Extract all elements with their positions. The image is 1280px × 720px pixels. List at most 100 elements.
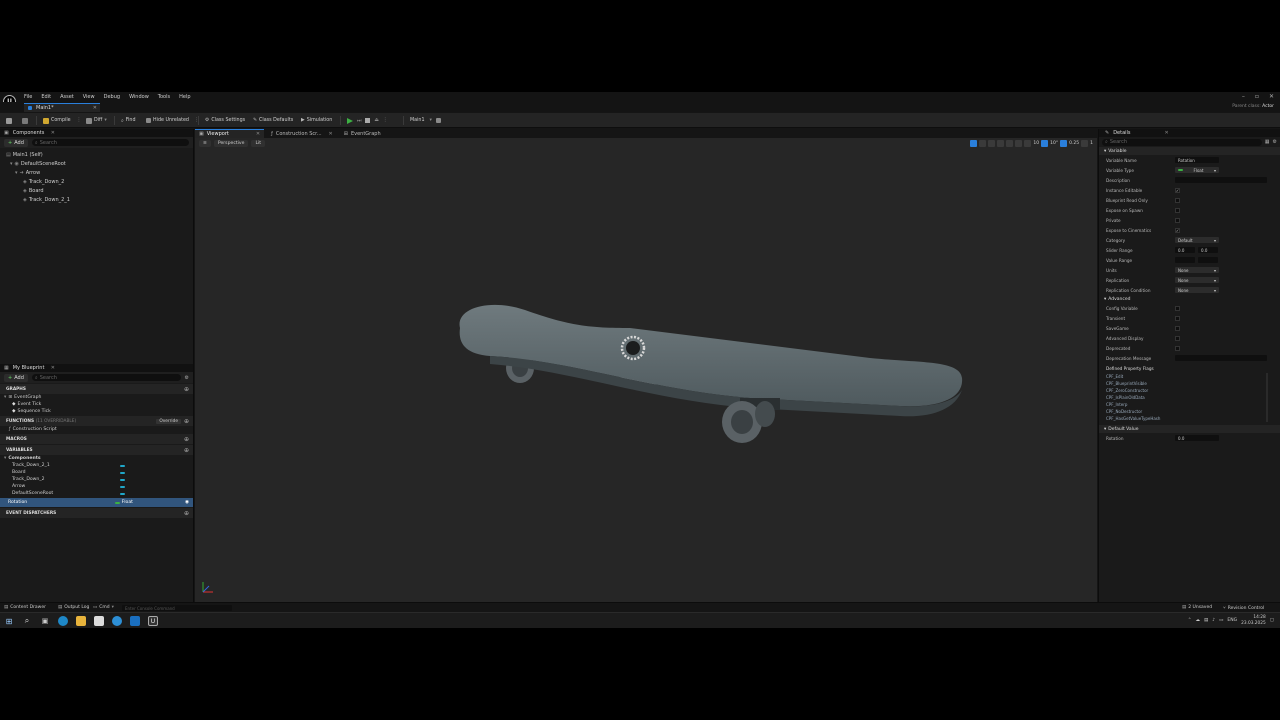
tab-viewport[interactable]: ▣ Viewport ✕ bbox=[195, 129, 265, 138]
surface-snap-icon[interactable] bbox=[1015, 140, 1023, 147]
grid-snap-icon[interactable] bbox=[1024, 140, 1032, 147]
network-icon[interactable]: ▤ bbox=[1204, 618, 1208, 623]
notifications-icon[interactable]: ▢ bbox=[1270, 618, 1274, 623]
app-icon[interactable] bbox=[112, 616, 122, 626]
checkbox[interactable] bbox=[1175, 325, 1180, 331]
menu-file[interactable]: File bbox=[24, 94, 32, 100]
override-dropdown[interactable]: Override bbox=[156, 418, 181, 424]
store-icon[interactable] bbox=[94, 616, 104, 626]
add-component-button[interactable]: + Add bbox=[4, 138, 28, 147]
checkbox[interactable] bbox=[1175, 197, 1180, 203]
grid-view-icon[interactable]: ▦ bbox=[1265, 139, 1270, 145]
checkbox[interactable]: ✓ bbox=[1175, 187, 1180, 193]
event-item-sequence[interactable]: ◆ Sequence Tick bbox=[0, 408, 193, 415]
scale-snap-value[interactable]: 0.25 bbox=[1069, 141, 1079, 146]
close-tab-icon[interactable]: ✕ bbox=[329, 131, 333, 137]
default-value-field[interactable]: 0.0 bbox=[1175, 435, 1219, 441]
variable-item-selected[interactable]: Rotation Float ◉ bbox=[0, 498, 193, 507]
clock[interactable]: 14:28 23.03.2025 bbox=[1241, 615, 1266, 626]
play-icon[interactable] bbox=[347, 117, 353, 124]
revision-control-button[interactable]: ⑂ Revision Control bbox=[1223, 605, 1264, 612]
checkbox[interactable] bbox=[1175, 335, 1180, 341]
output-log-button[interactable]: ▤ Output Log bbox=[58, 605, 89, 610]
world-local-icon[interactable] bbox=[1006, 140, 1014, 147]
checkbox[interactable] bbox=[1175, 345, 1180, 351]
variable-type-select[interactable]: Float ▾ bbox=[1175, 167, 1219, 173]
content-drawer-button[interactable]: ▤ Content Drawer bbox=[4, 605, 46, 610]
functions-category[interactable]: FUNCTIONS (11 OVERRIDABLE) Override ⊕ bbox=[0, 416, 193, 426]
windows-start-icon[interactable]: ⊞ bbox=[4, 616, 14, 626]
scale-snap-icon[interactable] bbox=[1060, 140, 1068, 147]
volume-icon[interactable]: ♪ bbox=[1212, 618, 1215, 623]
macros-category[interactable]: MACROS ⊕ bbox=[0, 434, 193, 444]
unreal-taskbar-icon[interactable]: U bbox=[148, 616, 158, 626]
event-item-tick[interactable]: ◆ Event Tick bbox=[0, 401, 193, 408]
debug-filter-icon[interactable] bbox=[436, 116, 441, 125]
select-mode-icon[interactable] bbox=[970, 140, 978, 147]
add-dispatcher-icon[interactable]: ⊕ bbox=[184, 510, 189, 517]
components-tab[interactable]: ▣ Components ✕ bbox=[0, 129, 193, 137]
settings-icon[interactable]: ⚙ bbox=[185, 375, 189, 381]
lit-button[interactable]: Lit bbox=[251, 140, 266, 147]
eye-icon[interactable]: ◉ bbox=[185, 500, 189, 505]
dropdown[interactable]: None ▾ bbox=[1175, 287, 1219, 293]
details-tab[interactable]: ✎ Details ✕ bbox=[1099, 129, 1280, 137]
advanced-section-header[interactable]: ▾ Advanced bbox=[1099, 295, 1280, 303]
text-field[interactable] bbox=[1175, 355, 1267, 361]
dropdown[interactable]: None ▾ bbox=[1175, 277, 1219, 283]
maximize-icon[interactable]: ▫ bbox=[1255, 93, 1259, 100]
checkbox[interactable] bbox=[1175, 305, 1180, 311]
checkbox[interactable] bbox=[1175, 207, 1180, 213]
close-tab-icon[interactable]: ✕ bbox=[51, 365, 55, 371]
menu-edit[interactable]: Edit bbox=[41, 94, 51, 100]
task-view-icon[interactable]: ▣ bbox=[40, 616, 50, 626]
my-blueprint-tab[interactable]: ▦ My Blueprint ✕ bbox=[0, 364, 193, 372]
find-button[interactable]: ⌕ Find bbox=[121, 116, 136, 125]
variables-category[interactable]: VARIABLES ⊕ bbox=[0, 445, 193, 455]
hamburger-icon[interactable]: ≡ bbox=[199, 140, 211, 147]
add-function-icon[interactable]: ⊕ bbox=[184, 418, 189, 425]
add-member-button[interactable]: + Add bbox=[4, 373, 28, 382]
more-options-icon[interactable]: ⋮ bbox=[383, 118, 388, 123]
rotation-snap-icon[interactable] bbox=[1041, 140, 1049, 147]
add-variable-icon[interactable]: ⊕ bbox=[184, 447, 189, 454]
graph-item-eventgraph[interactable]: ▾ ⊞ EventGraph bbox=[0, 394, 193, 401]
dropdown[interactable]: Default ▾ bbox=[1175, 237, 1219, 243]
details-search-input[interactable]: ⌕ Search bbox=[1102, 138, 1262, 146]
camera-speed-icon[interactable] bbox=[1081, 140, 1089, 147]
range-min-field[interactable]: 0.0 bbox=[1175, 247, 1195, 253]
perspective-button[interactable]: Perspective bbox=[213, 140, 249, 147]
default-value-section-header[interactable]: ▾ Default Value bbox=[1099, 425, 1280, 433]
simulation-button[interactable]: ▶ Simulation bbox=[301, 116, 332, 125]
debug-object-select[interactable]: Main1 ▾ bbox=[410, 116, 432, 125]
rotation-snap-value[interactable]: 10° bbox=[1050, 141, 1058, 146]
tab-eventgraph[interactable]: ⊞ EventGraph bbox=[340, 129, 385, 138]
rotate-icon[interactable] bbox=[988, 140, 996, 147]
cloud-icon[interactable]: ☁ bbox=[1196, 618, 1201, 623]
translate-icon[interactable] bbox=[979, 140, 987, 147]
console-input[interactable]: Enter Console Command bbox=[122, 605, 232, 611]
chevron-up-icon[interactable]: ⌃ bbox=[1188, 618, 1192, 623]
graphs-category[interactable]: GRAPHS ⊕ bbox=[0, 384, 193, 394]
cmd-button[interactable]: ▭ Cmd ▾ bbox=[93, 605, 114, 610]
battery-icon[interactable]: ▭ bbox=[1219, 618, 1223, 623]
close-tab-icon[interactable]: ✕ bbox=[93, 105, 97, 111]
event-dispatchers-category[interactable]: EVENT DISPATCHERS ⊕ bbox=[0, 508, 193, 518]
settings-icon[interactable]: ⚙ bbox=[1273, 139, 1277, 145]
components-search-input[interactable]: ⌕ Search bbox=[31, 139, 189, 146]
range-max-field[interactable]: 0.0 bbox=[1198, 247, 1218, 253]
tree-item-root[interactable]: ▾ ◉ DefaultSceneRoot bbox=[0, 159, 193, 168]
unsaved-button[interactable]: ▤ 2 Unsaved bbox=[1182, 605, 1212, 610]
eject-icon[interactable]: ⏏ bbox=[374, 118, 379, 123]
camera-speed-value[interactable]: 1 bbox=[1090, 141, 1093, 146]
close-window-icon[interactable]: ✕ bbox=[1269, 93, 1274, 100]
tree-item-self[interactable]: ▤ Main1 (Self) bbox=[0, 150, 193, 159]
minimize-icon[interactable]: – bbox=[1242, 93, 1245, 100]
menu-help[interactable]: Help bbox=[179, 94, 190, 100]
variable-item[interactable]: Track_Down_2 bbox=[0, 476, 193, 483]
variable-section-header[interactable]: ▾ Variable bbox=[1099, 147, 1280, 155]
parent-class-value[interactable]: Actor bbox=[1262, 104, 1274, 109]
menu-tools[interactable]: Tools bbox=[158, 94, 170, 100]
range-min-field[interactable] bbox=[1175, 257, 1195, 263]
grid-snap-value[interactable]: 10 bbox=[1033, 141, 1039, 146]
